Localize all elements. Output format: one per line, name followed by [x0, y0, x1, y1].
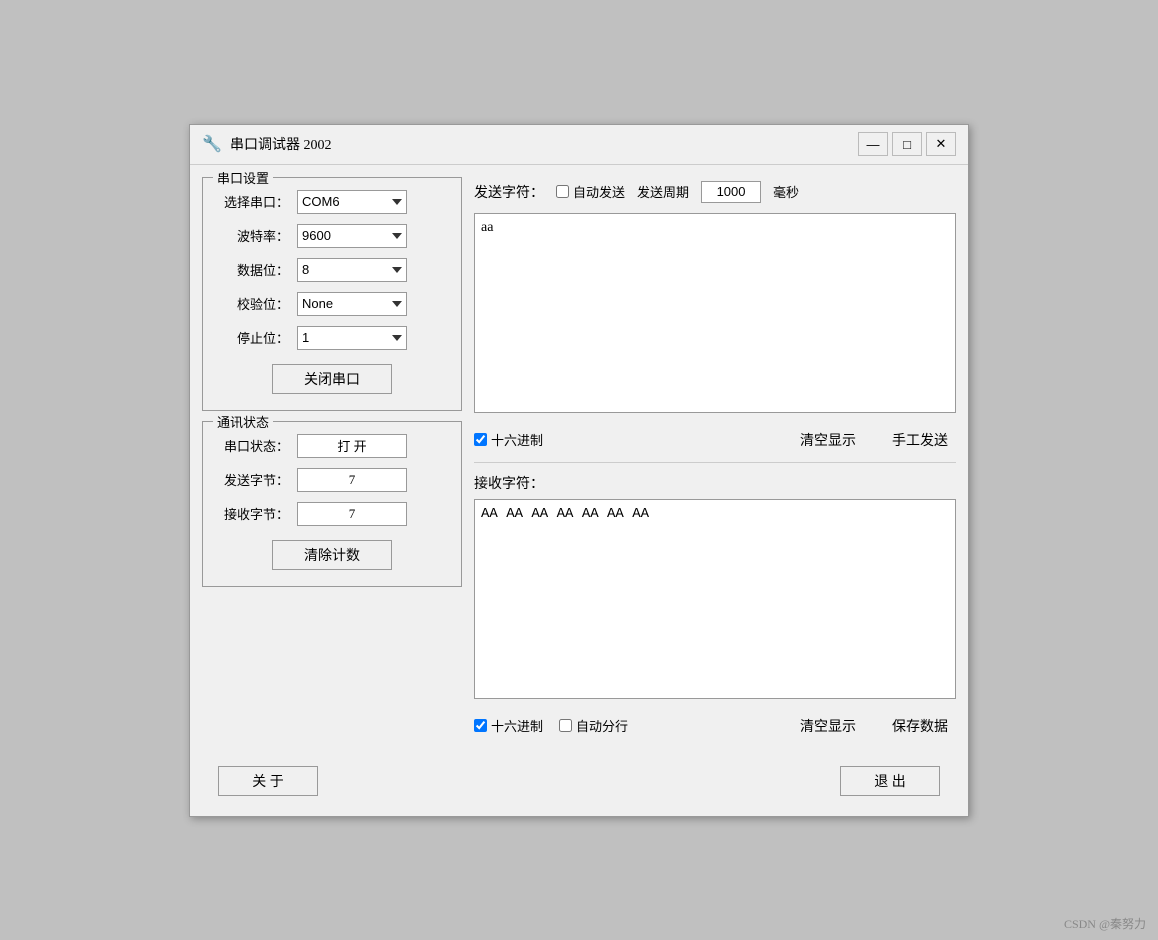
window-title: 串口调试器 2002: [230, 134, 332, 154]
port-status-value: 打 开: [297, 434, 407, 458]
auto-send-checkbox[interactable]: [556, 185, 569, 198]
app-icon: 🔧: [202, 134, 222, 154]
receive-section: 接收字符： AA AA AA AA AA AA AA 十六进制 自动分行 清空显…: [474, 462, 956, 748]
recv-newline-label: 自动分行: [576, 716, 628, 735]
send-section: 发送字符： 自动发送 发送周期 毫秒 aa 十六进制: [474, 177, 956, 462]
port-label: 选择串口：: [219, 192, 289, 211]
databits-label: 数据位：: [219, 260, 289, 279]
send-header: 发送字符： 自动发送 发送周期 毫秒: [474, 177, 956, 207]
recv-newline-area: 自动分行: [559, 716, 628, 735]
serial-settings-group: 串口设置 选择串口： COM6 COM1 COM2 COM3 COM4 COM5: [202, 177, 462, 411]
parity-label: 校验位：: [219, 294, 289, 313]
port-row: 选择串口： COM6 COM1 COM2 COM3 COM4 COM5: [219, 190, 445, 214]
baud-row: 波特率： 9600 1200 2400 4800 19200 38400 576…: [219, 224, 445, 248]
recv-newline-checkbox[interactable]: [559, 719, 572, 732]
auto-send-label: 自动发送: [573, 182, 625, 201]
title-buttons: — □ ✕: [858, 132, 956, 156]
minimize-button[interactable]: —: [858, 132, 888, 156]
port-status-label: 串口状态：: [219, 436, 289, 455]
serial-settings-title: 串口设置: [213, 168, 273, 187]
send-textarea[interactable]: aa: [474, 213, 956, 413]
exit-button[interactable]: 退 出: [840, 766, 940, 796]
send-bytes-row: 发送字节： 7: [219, 468, 445, 492]
period-label: 发送周期: [637, 182, 689, 201]
clear-count-button[interactable]: 清除计数: [272, 540, 392, 570]
main-content: 串口设置 选择串口： COM6 COM1 COM2 COM3 COM4 COM5: [190, 165, 968, 816]
ms-label: 毫秒: [773, 182, 799, 201]
port-select[interactable]: COM6 COM1 COM2 COM3 COM4 COM5: [297, 190, 407, 214]
maximize-button[interactable]: □: [892, 132, 922, 156]
stopbits-label: 停止位：: [219, 328, 289, 347]
period-input[interactable]: [701, 181, 761, 203]
send-bytes-label: 发送字节：: [219, 470, 289, 489]
recv-hex-label: 十六进制: [491, 716, 543, 735]
receive-textarea[interactable]: AA AA AA AA AA AA AA: [474, 499, 956, 699]
watermark: CSDN @秦努力: [1064, 915, 1146, 932]
receive-footer: 十六进制 自动分行 清空显示 保存数据: [474, 704, 956, 748]
comm-status-title: 通讯状态: [213, 412, 273, 431]
comm-status-group: 通讯状态 串口状态： 打 开 发送字节： 7 接收字节： 7 清除计数: [202, 421, 462, 587]
left-panel: 串口设置 选择串口： COM6 COM1 COM2 COM3 COM4 COM5: [202, 177, 462, 748]
recv-hex-checkbox[interactable]: [474, 719, 487, 732]
send-hex-checkbox[interactable]: [474, 433, 487, 446]
send-bytes-value: 7: [297, 468, 407, 492]
save-data-button[interactable]: 保存数据: [884, 712, 956, 740]
recv-clear-display-button[interactable]: 清空显示: [792, 712, 864, 740]
manual-send-button[interactable]: 手工发送: [884, 426, 956, 454]
parity-select[interactable]: None Odd Even: [297, 292, 407, 316]
stopbits-row: 停止位： 1 1.5 2: [219, 326, 445, 350]
baud-label: 波特率：: [219, 226, 289, 245]
stopbits-select[interactable]: 1 1.5 2: [297, 326, 407, 350]
close-button[interactable]: ✕: [926, 132, 956, 156]
recv-bytes-label: 接收字节：: [219, 504, 289, 523]
send-clear-display-button[interactable]: 清空显示: [792, 426, 864, 454]
send-hex-area: 十六进制: [474, 430, 543, 449]
title-bar: 🔧 串口调试器 2002 — □ ✕: [190, 125, 968, 165]
auto-send-container: 自动发送: [556, 182, 625, 201]
about-button[interactable]: 关 于: [218, 766, 318, 796]
recv-bytes-value: 7: [297, 502, 407, 526]
databits-row: 数据位： 8 5 6 7: [219, 258, 445, 282]
port-status-row: 串口状态： 打 开: [219, 434, 445, 458]
recv-bytes-row: 接收字节： 7: [219, 502, 445, 526]
top-row: 串口设置 选择串口： COM6 COM1 COM2 COM3 COM4 COM5: [202, 177, 956, 748]
right-panel: 发送字符： 自动发送 发送周期 毫秒 aa 十六进制: [474, 177, 956, 748]
receive-label: 接收字符：: [474, 473, 956, 493]
send-hex-label: 十六进制: [491, 430, 543, 449]
bottom-row: 关 于 退 出: [202, 758, 956, 804]
send-label: 发送字符：: [474, 182, 544, 202]
databits-select[interactable]: 8 5 6 7: [297, 258, 407, 282]
title-bar-left: 🔧 串口调试器 2002: [202, 134, 332, 154]
parity-row: 校验位： None Odd Even: [219, 292, 445, 316]
main-window: 🔧 串口调试器 2002 — □ ✕ 串口设置 选择串口： COM6 C: [189, 124, 969, 817]
recv-hex-area: 十六进制: [474, 716, 543, 735]
baud-select[interactable]: 9600 1200 2400 4800 19200 38400 57600 11…: [297, 224, 407, 248]
send-footer: 十六进制 清空显示 手工发送: [474, 418, 956, 462]
close-port-button[interactable]: 关闭串口: [272, 364, 392, 394]
